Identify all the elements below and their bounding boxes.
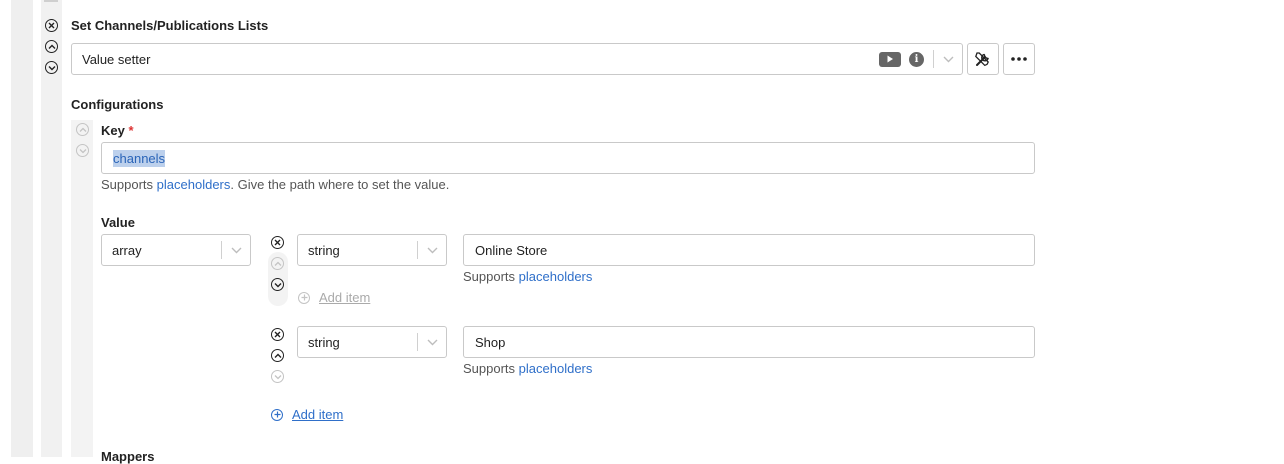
add-item-inline-button[interactable]: Add item (298, 290, 370, 305)
key-placeholders-link[interactable]: placeholders (157, 177, 231, 192)
move-step-up-icon[interactable] (45, 40, 58, 53)
key-input[interactable]: channels (101, 142, 1035, 174)
add-item-inline-label: Add item (319, 290, 371, 305)
step-type-value: Value setter (82, 51, 151, 67)
remove-item-1-icon[interactable] (271, 236, 284, 249)
item-1-type-select[interactable]: string (297, 234, 447, 266)
item-2-help-prefix: Supports (463, 361, 516, 376)
move-config-up-icon[interactable] (76, 123, 89, 136)
key-help-text: Supports placeholders. Give the path whe… (101, 177, 449, 192)
rail-top-mark (44, 0, 58, 2)
key-input-value: channels (113, 149, 166, 167)
more-horizontal-icon (1011, 57, 1027, 61)
value-label: Value (101, 215, 135, 230)
item-1-placeholders-link[interactable]: placeholders (519, 269, 593, 284)
plus-circle-icon (271, 408, 283, 421)
configurations-rail (71, 120, 93, 457)
video-icon[interactable] (879, 51, 901, 67)
plus-circle-icon (298, 291, 310, 304)
value-type-select[interactable]: array (101, 234, 251, 266)
move-step-down-icon[interactable] (45, 61, 58, 74)
value-type-value: array (112, 242, 142, 258)
item-2-value: Shop (475, 334, 506, 350)
item-1-value: Online Store (475, 242, 548, 258)
key-help-prefix: Supports (101, 177, 154, 192)
move-item-1-down-icon[interactable] (271, 278, 284, 291)
chevron-down-icon[interactable] (934, 56, 962, 63)
outer-nesting-rail (11, 0, 33, 457)
step-title: Set Channels/Publications Lists (71, 18, 269, 33)
step-type-select[interactable]: Value setter i (71, 43, 963, 75)
more-options-button[interactable] (1003, 43, 1035, 75)
tools-button[interactable] (967, 43, 999, 75)
item-1-type-value: string (308, 242, 340, 258)
key-label-text: Key (101, 123, 125, 138)
item-2-value-input[interactable]: Shop (463, 326, 1035, 358)
item-1-help-text: Supports placeholders (463, 269, 592, 284)
chevron-down-icon[interactable] (418, 247, 446, 254)
item-2-help-text: Supports placeholders (463, 361, 592, 376)
move-config-down-icon[interactable] (76, 144, 89, 157)
remove-step-icon[interactable] (45, 19, 58, 32)
key-help-suffix: . Give the path where to set the value. (230, 177, 450, 192)
item-2-type-select[interactable]: string (297, 326, 447, 358)
info-icon[interactable]: i (909, 51, 924, 67)
tools-icon (975, 52, 989, 67)
item-1-help-prefix: Supports (463, 269, 516, 284)
chevron-down-icon[interactable] (222, 247, 250, 254)
item-2-type-value: string (308, 334, 340, 350)
item-1-value-input[interactable]: Online Store (463, 234, 1035, 266)
required-marker: * (128, 123, 134, 138)
add-item-label: Add item (292, 407, 344, 422)
key-label: Key * (101, 123, 134, 138)
move-item-2-up-icon[interactable] (271, 349, 284, 362)
move-item-2-down-icon[interactable] (271, 370, 284, 383)
add-item-button[interactable]: Add item (271, 407, 343, 422)
move-item-1-up-icon[interactable] (271, 257, 284, 270)
item-2-placeholders-link[interactable]: placeholders (519, 361, 593, 376)
chevron-down-icon[interactable] (418, 339, 446, 346)
remove-item-2-icon[interactable] (271, 328, 284, 341)
configurations-heading: Configurations (71, 97, 164, 112)
